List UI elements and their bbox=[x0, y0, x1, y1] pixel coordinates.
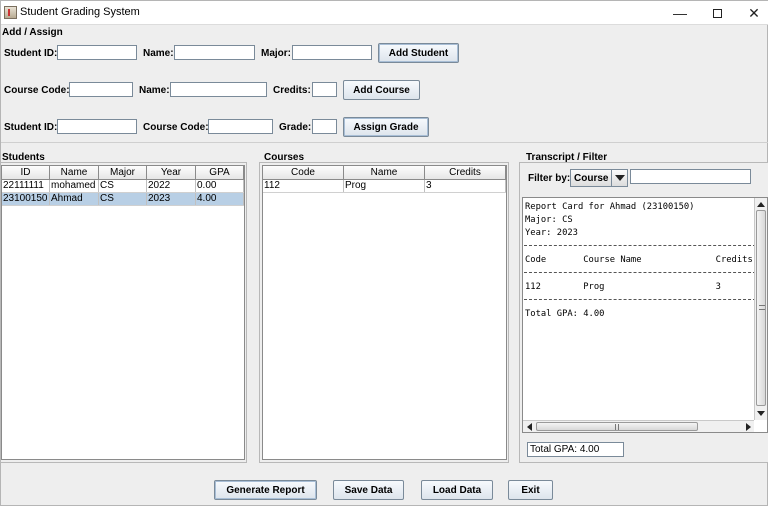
courses-table-header: Code Name Credits bbox=[263, 166, 506, 180]
combo-dropdown-button[interactable] bbox=[611, 170, 627, 186]
credits-label: Credits: bbox=[273, 85, 311, 96]
add-student-id-input[interactable] bbox=[57, 45, 137, 60]
vertical-scrollbar[interactable] bbox=[754, 198, 767, 420]
student-major-cell: CS bbox=[99, 180, 147, 192]
generate-report-button[interactable]: Generate Report bbox=[214, 480, 317, 500]
close-button[interactable]: ✕ bbox=[735, 1, 768, 25]
add-student-button[interactable]: Add Student bbox=[378, 43, 459, 63]
student-major-cell: CS bbox=[99, 193, 147, 205]
transcript-divider bbox=[524, 299, 756, 300]
student-name-cell: Ahmad bbox=[50, 193, 99, 205]
assign-grade-button[interactable]: Assign Grade bbox=[343, 117, 429, 137]
horizontal-scroll-thumb[interactable] bbox=[536, 422, 698, 431]
chevron-down-icon bbox=[614, 175, 625, 181]
add-course-credits-input[interactable] bbox=[312, 82, 337, 97]
grade-label: Grade: bbox=[279, 122, 312, 133]
transcript-divider bbox=[524, 245, 756, 246]
student-year-cell: 2022 bbox=[147, 180, 196, 192]
transcript-line: Report Card for Ahmad (23100150) bbox=[525, 202, 695, 212]
section-divider bbox=[1, 142, 768, 143]
add-course-name-input[interactable] bbox=[170, 82, 267, 97]
courses-panel: Code Name Credits 112 Prog 3 bbox=[259, 162, 509, 463]
transcript-line: Major: CS bbox=[525, 215, 573, 225]
app-window: Student Grading System — ✕ Add / Assign … bbox=[0, 0, 768, 506]
maximize-icon bbox=[712, 8, 722, 18]
transcript-panel: Filter by: Course Report Card for Ahmad … bbox=[519, 162, 768, 463]
courses-col-name[interactable]: Name bbox=[344, 166, 425, 179]
minimize-icon: — bbox=[673, 5, 687, 21]
filter-by-label: Filter by: bbox=[528, 173, 571, 184]
add-course-button[interactable]: Add Course bbox=[343, 80, 420, 100]
close-icon: ✕ bbox=[748, 4, 760, 21]
scroll-down-button[interactable] bbox=[755, 407, 767, 419]
add-assign-title: Add / Assign bbox=[2, 27, 63, 38]
courses-table[interactable]: Code Name Credits 112 Prog 3 bbox=[262, 165, 507, 460]
arrow-down-icon bbox=[757, 410, 765, 416]
transcript-line: 112 Prog 3 bbox=[525, 282, 721, 292]
student-id-label: Student ID: bbox=[4, 48, 58, 59]
transcript-line: Year: 2023 bbox=[525, 228, 578, 238]
grade-student-id-label: Student ID: bbox=[4, 122, 58, 133]
filter-combobox[interactable]: Course bbox=[570, 169, 628, 187]
grade-student-id-input[interactable] bbox=[57, 119, 137, 134]
major-label: Major: bbox=[261, 48, 291, 59]
table-row-selected[interactable]: 23100150 Ahmad CS 2023 4.00 bbox=[2, 193, 244, 206]
arrow-up-icon bbox=[757, 201, 765, 207]
grade-input[interactable] bbox=[312, 119, 337, 134]
course-name-label: Name: bbox=[139, 85, 170, 96]
students-panel: ID Name Major Year GPA 22111111 mohamed … bbox=[0, 162, 247, 463]
scroll-left-button[interactable] bbox=[523, 421, 535, 432]
course-credits-cell: 3 bbox=[425, 180, 506, 192]
title-bar[interactable]: Student Grading System — ✕ bbox=[1, 1, 768, 25]
add-course-code-input[interactable] bbox=[69, 82, 133, 97]
minimize-button[interactable]: — bbox=[661, 1, 699, 25]
filter-text-input[interactable] bbox=[630, 169, 751, 184]
courses-col-credits[interactable]: Credits bbox=[425, 166, 506, 179]
grade-course-code-input[interactable] bbox=[208, 119, 273, 134]
maximize-button[interactable] bbox=[698, 1, 736, 25]
student-name-label: Name: bbox=[143, 48, 174, 59]
arrow-right-icon bbox=[745, 423, 751, 431]
table-row[interactable]: 22111111 mohamed CS 2022 0.00 bbox=[2, 180, 244, 193]
scroll-up-button[interactable] bbox=[755, 198, 767, 210]
student-gpa-cell: 4.00 bbox=[196, 193, 244, 205]
student-year-cell: 2023 bbox=[147, 193, 196, 205]
student-id-cell: 23100150 bbox=[2, 193, 50, 205]
course-name-cell: Prog bbox=[344, 180, 425, 192]
student-id-cell: 22111111 bbox=[2, 180, 50, 192]
transcript-divider bbox=[524, 272, 756, 273]
table-row[interactable]: 112 Prog 3 bbox=[263, 180, 506, 193]
grip-icon bbox=[759, 305, 765, 310]
course-code-label: Course Code: bbox=[4, 85, 70, 96]
transcript-line: Total GPA: 4.00 bbox=[525, 309, 605, 319]
total-gpa-field: Total GPA: 4.00 bbox=[527, 442, 624, 457]
transcript-line: Code Course Name Credits bbox=[525, 255, 753, 265]
horizontal-scrollbar[interactable] bbox=[523, 420, 754, 432]
student-name-cell: mohamed bbox=[50, 180, 99, 192]
students-col-name[interactable]: Name bbox=[50, 166, 99, 179]
student-gpa-cell: 0.00 bbox=[196, 180, 244, 192]
save-data-button[interactable]: Save Data bbox=[333, 480, 404, 500]
filter-selected-value: Course bbox=[574, 173, 609, 184]
students-table[interactable]: ID Name Major Year GPA 22111111 mohamed … bbox=[1, 165, 245, 460]
add-student-name-input[interactable] bbox=[174, 45, 255, 60]
vertical-scroll-thumb[interactable] bbox=[756, 210, 766, 406]
grip-icon bbox=[615, 424, 619, 430]
grade-course-code-label: Course Code: bbox=[143, 122, 209, 133]
arrow-left-icon bbox=[526, 423, 532, 431]
add-student-major-input[interactable] bbox=[292, 45, 372, 60]
course-code-cell: 112 bbox=[263, 180, 344, 192]
courses-col-code[interactable]: Code bbox=[263, 166, 344, 179]
window-title: Student Grading System bbox=[20, 6, 140, 18]
students-col-year[interactable]: Year bbox=[147, 166, 196, 179]
students-col-major[interactable]: Major bbox=[99, 166, 147, 179]
scroll-right-button[interactable] bbox=[742, 421, 754, 432]
java-app-icon bbox=[4, 6, 17, 19]
students-table-header: ID Name Major Year GPA bbox=[2, 166, 244, 180]
transcript-text-area[interactable]: Report Card for Ahmad (23100150) Major: … bbox=[522, 197, 768, 433]
load-data-button[interactable]: Load Data bbox=[421, 480, 493, 500]
exit-button[interactable]: Exit bbox=[508, 480, 553, 500]
students-col-id[interactable]: ID bbox=[2, 166, 50, 179]
students-col-gpa[interactable]: GPA bbox=[196, 166, 244, 179]
